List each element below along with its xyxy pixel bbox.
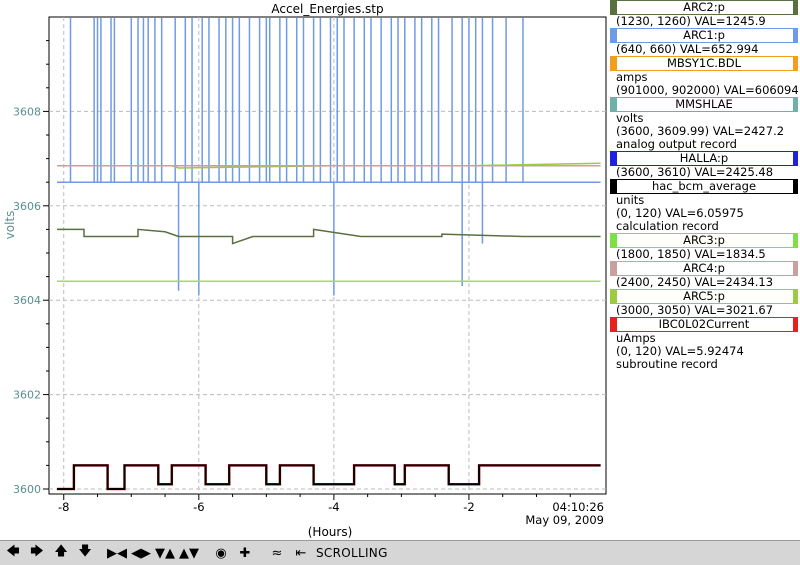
legend-swatch (793, 261, 798, 276)
y-tick-label: 3600 (13, 483, 41, 496)
legend-detail: (1800, 1850) VAL=1834.5 (616, 247, 766, 261)
plus-icon: ✚ (239, 545, 251, 561)
x-axis-label: (Hours) (308, 525, 353, 539)
y-axis-label: volts (3, 211, 17, 240)
time-label: 04:10:26 (552, 500, 604, 514)
y-tick-label: 3608 (13, 105, 41, 118)
legend-swatch (610, 28, 617, 43)
legend-detail: analog output record (616, 137, 737, 151)
legend-detail: subroutine record (616, 357, 718, 371)
status-text: SCROLLING (316, 546, 388, 560)
legend-label: ARC5:p (683, 289, 725, 303)
y-tick-label: 3606 (13, 200, 41, 213)
x-tick-label: -2 (463, 500, 474, 514)
legend-entry-name[interactable]: ARC1:p (610, 28, 798, 43)
scroll-back-button[interactable]: ⇤ (290, 542, 312, 564)
pan-right-button[interactable]: 🡆 (26, 542, 48, 564)
chart-title: Accel_Energies.stp (271, 2, 383, 16)
legend-swatch (610, 179, 617, 194)
legend-detail: (2400, 2450) VAL=2434.13 (616, 275, 774, 289)
zoom-out-y-button[interactable]: ▲▼ (178, 542, 200, 564)
legend-swatch (610, 233, 617, 248)
legend-swatch (793, 233, 798, 248)
legend-swatch (793, 97, 798, 112)
legend-entry-name[interactable]: ARC2:p (610, 0, 798, 15)
legend-entry-name[interactable]: ARC3:p (610, 233, 798, 248)
legend-label: MMSHLAE (675, 97, 733, 111)
legend-entry-name[interactable]: ARC5:p (610, 289, 798, 304)
legend-entry-name[interactable]: MMSHLAE (610, 97, 798, 112)
legend-label: ARC4:p (683, 261, 725, 275)
legend-swatch (793, 289, 798, 304)
zoom-in-x-icon: ▶◀ (107, 545, 127, 561)
x-tick-label: -8 (58, 500, 69, 514)
arrow-left-icon: 🡄 (6, 544, 20, 559)
legend-entry-name[interactable]: ARC4:p (610, 261, 798, 276)
legend-label: ARC1:p (683, 28, 725, 42)
legend: ARC2:p (1230, 1260) VAL=1245.9 ARC1:p (640,… (608, 0, 800, 371)
legend-label: ARC2:p (683, 0, 725, 14)
legend-swatch (793, 151, 798, 166)
legend-swatch (793, 56, 798, 71)
legend-label: HALLA:p (679, 151, 729, 165)
plot-area[interactable]: Accel_Energies.stp 3600 3602 3604 3606 3608 -8… (0, 0, 608, 540)
legend-label: hac_bcm_average (651, 179, 757, 193)
legend-entry-name[interactable]: hac_bcm_average (610, 179, 798, 194)
legend-swatch (793, 28, 798, 43)
legend-swatch (793, 317, 798, 332)
arrow-down-icon: 🡇 (78, 544, 92, 559)
zoom-out-x-button[interactable]: ◀▶ (130, 542, 152, 564)
autoscale-button[interactable]: ≈ (266, 542, 288, 564)
y-tick-label: 3604 (13, 294, 41, 307)
autoscale-icon: ≈ (271, 545, 283, 561)
legend-swatch (793, 0, 798, 15)
legend-detail: (901000, 902000) VAL=606094 (616, 83, 799, 97)
zoom-in-x-button[interactable]: ▶◀ (106, 542, 128, 564)
legend-swatch (610, 151, 617, 166)
legend-swatch (610, 289, 617, 304)
legend-swatch (610, 317, 617, 332)
pan-down-button[interactable]: 🡇 (74, 542, 96, 564)
circle-icon: ◉ (215, 545, 227, 561)
legend-swatch (610, 56, 617, 71)
legend-label: IBC0L02Current (658, 317, 750, 331)
x-tick-label: -4 (328, 500, 339, 514)
legend-swatch (610, 261, 617, 276)
zoom-out-y-icon: ▲▼ (179, 545, 199, 561)
legend-swatch (793, 179, 798, 194)
legend-detail: calculation record (616, 219, 719, 233)
legend-entry-name[interactable]: HALLA:p (610, 151, 798, 166)
legend-entry-name[interactable]: MBSY1C.BDL (610, 56, 798, 71)
y-tick-label: 3602 (13, 389, 41, 402)
legend-detail: (1230, 1260) VAL=1245.9 (616, 14, 766, 28)
pan-up-button[interactable]: 🡅 (50, 542, 72, 564)
zoom-out-x-icon: ◀▶ (131, 545, 151, 561)
date-label: May 09, 2009 (525, 513, 604, 527)
legend-label: ARC3:p (683, 233, 725, 247)
pan-left-button[interactable]: 🡄 (2, 542, 24, 564)
legend-detail: (3000, 3050) VAL=3021.67 (616, 303, 774, 317)
zoom-reset-button[interactable]: ◉ (210, 542, 232, 564)
legend-label: MBSY1C.BDL (666, 56, 742, 70)
legend-detail: (640, 660) VAL=652.994 (616, 42, 759, 56)
arrow-right-icon: 🡆 (30, 544, 44, 559)
legend-entry-name[interactable]: IBC0L02Current (610, 317, 798, 332)
legend-swatch (610, 0, 617, 15)
zoom-in-y-button[interactable]: ▼▲ (154, 542, 176, 564)
arrow-up-icon: 🡅 (54, 544, 68, 559)
zoom-in-y-icon: ▼▲ (155, 545, 175, 561)
x-tick-label: -6 (193, 500, 204, 514)
add-pv-button[interactable]: ✚ (234, 542, 256, 564)
scroll-back-icon: ⇤ (295, 545, 307, 561)
legend-swatch (610, 97, 617, 112)
toolbar: 🡄 🡆 🡅 🡇 ▶◀ ◀▶ ▼▲ ▲▼ ◉ ✚ ≈ ⇤ SCROLLING (0, 540, 800, 565)
legend-detail: (3600, 3610) VAL=2425.48 (616, 165, 774, 179)
